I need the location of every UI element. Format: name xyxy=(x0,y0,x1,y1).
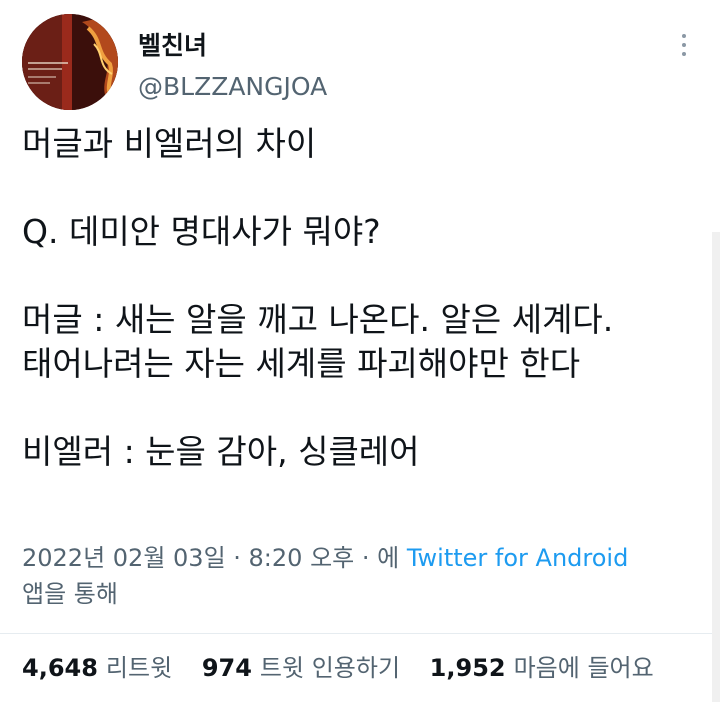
divider xyxy=(0,633,720,634)
more-dot xyxy=(682,34,686,38)
tweet-text-line: 비엘러 : 눈을 감아, 싱클레어 xyxy=(22,432,420,471)
more-dot xyxy=(682,43,686,47)
source-suffix: 앱을 통해 xyxy=(22,580,118,608)
tweet-text-line: 머글 : 새는 알을 깨고 나온다. 알은 세계다. xyxy=(22,300,614,339)
quote-label: 트윗 인용하기 xyxy=(259,654,401,682)
like-count: 1,952 xyxy=(429,654,506,682)
quote-count: 974 xyxy=(201,654,252,682)
tweet-meta: 2022년 02월 03일 · 8:20 오후 · 에 Twitter for … xyxy=(22,540,712,612)
tweet-text: 머글과 비엘러의 차이 Q. 데미안 명대사가 뭐야? 머글 : 새는 알을 깨… xyxy=(22,122,712,474)
retweets-stat[interactable]: 4,648 리트윗 xyxy=(22,654,172,682)
retweet-count: 4,648 xyxy=(22,654,98,682)
book-cover-avatar-image xyxy=(22,14,118,110)
tweet-stats: 4,648 리트윗 974 트윗 인용하기 1,952 마음에 들어요 xyxy=(22,650,676,686)
more-dot xyxy=(682,52,686,56)
like-label: 마음에 들어요 xyxy=(513,654,654,682)
tweet-text-line: Q. 데미안 명대사가 뭐야? xyxy=(22,212,381,251)
likes-stat[interactable]: 1,952 마음에 들어요 xyxy=(430,654,654,682)
timestamp[interactable]: 2022년 02월 03일 · 8:20 오후 · 에 xyxy=(22,544,399,572)
tweet-text-line: 머글과 비엘러의 차이 xyxy=(22,124,317,163)
scrollbar[interactable] xyxy=(712,232,720,702)
quotes-stat[interactable]: 974 트윗 인용하기 xyxy=(202,654,400,682)
tweet-text-line: 태어나려는 자는 세계를 파괴해야만 한다 xyxy=(22,344,581,383)
source-link[interactable]: Twitter for Android xyxy=(407,544,628,572)
tweet-header: 벨친녀 @BLZZANGJOA xyxy=(0,0,720,120)
display-name[interactable]: 벨친녀 xyxy=(138,26,207,62)
retweet-label: 리트윗 xyxy=(105,654,173,682)
user-handle[interactable]: @BLZZANGJOA xyxy=(138,72,327,101)
more-vertical-icon[interactable] xyxy=(672,30,696,60)
avatar[interactable] xyxy=(22,14,118,110)
